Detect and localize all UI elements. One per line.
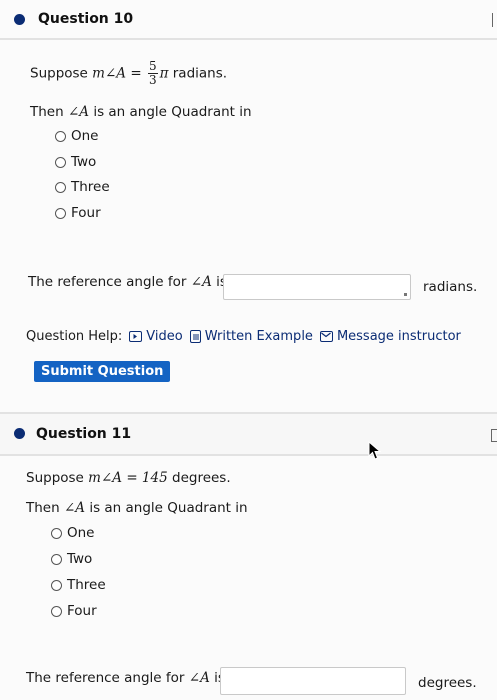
written-example-label: Written Example xyxy=(204,329,313,344)
question-status-dot xyxy=(14,14,25,25)
radio-option-one[interactable]: One xyxy=(51,525,95,541)
radio-option-four[interactable]: Four xyxy=(55,205,101,221)
resize-handle xyxy=(404,293,407,296)
prompt-text: Suppose xyxy=(30,65,88,82)
written-example-link[interactable]: Written Example xyxy=(189,329,313,344)
mail-icon xyxy=(319,331,333,342)
option-label: Three xyxy=(71,179,110,195)
question-status-dot xyxy=(14,428,25,439)
question-help-bar: Question Help: Video Written Example Mes… xyxy=(26,329,461,344)
option-label: Two xyxy=(67,551,93,567)
angle-symbol: ∠A xyxy=(63,500,86,516)
reference-angle-input[interactable] xyxy=(223,274,411,300)
radio-button[interactable] xyxy=(55,130,66,142)
reference-angle-input[interactable] xyxy=(220,667,406,695)
unit-text: radians. xyxy=(172,65,228,82)
video-link-label: Video xyxy=(146,329,183,344)
radio-button[interactable] xyxy=(51,527,62,539)
angle-symbol: ∠A xyxy=(190,274,212,290)
question-prompt: Suppose m∠A = 145 degrees. xyxy=(26,470,231,486)
video-link[interactable]: Video xyxy=(129,329,183,344)
page: Question 10 Suppose m∠A = 5 3 π radians.… xyxy=(0,0,497,700)
radio-option-two[interactable]: Two xyxy=(51,551,92,567)
radio-option-two[interactable]: Two xyxy=(55,154,96,170)
video-icon xyxy=(129,331,143,342)
unit-label: degrees. xyxy=(418,675,477,691)
angle-symbol: ∠A xyxy=(188,670,210,686)
radio-option-four[interactable]: Four xyxy=(51,603,97,619)
question-11-header: Question 11 xyxy=(0,414,497,454)
radio-option-one[interactable]: One xyxy=(55,128,99,144)
radio-button[interactable] xyxy=(55,156,66,168)
prompt-text: The reference angle for xyxy=(26,670,185,686)
question-prompt: Suppose m∠A = 5 3 π radians. xyxy=(30,60,227,87)
help-label: Question Help: xyxy=(26,329,123,344)
pi-symbol: π xyxy=(159,65,169,82)
prompt-text: is an angle Quadrant in xyxy=(89,500,248,516)
radio-option-three[interactable]: Three xyxy=(55,179,110,195)
question-title: Question 10 xyxy=(38,11,134,27)
mouse-pointer-icon xyxy=(368,441,382,460)
prompt-text: Then xyxy=(30,104,64,120)
option-label: Three xyxy=(67,577,106,593)
radio-button[interactable] xyxy=(51,605,62,617)
prompt-text: is an angle Quadrant in xyxy=(93,104,252,120)
document-icon xyxy=(189,330,201,343)
reference-angle-prompt: The reference angle for ∠A is xyxy=(28,274,227,290)
fraction-numerator: 5 xyxy=(147,59,158,74)
option-label: One xyxy=(67,525,95,541)
edge-mark xyxy=(491,429,497,442)
prompt-text: The reference angle for xyxy=(28,274,187,290)
radio-button[interactable] xyxy=(51,553,62,565)
fraction-denominator: 3 xyxy=(148,73,157,87)
math-expression: m∠A = 145 xyxy=(88,470,168,486)
math-expression: m∠A = xyxy=(92,65,142,82)
message-instructor-link[interactable]: Message instructor xyxy=(319,329,461,344)
option-label: One xyxy=(71,128,99,144)
radio-button[interactable] xyxy=(51,579,62,591)
radio-button[interactable] xyxy=(55,181,66,193)
divider xyxy=(0,454,497,456)
option-label: Four xyxy=(67,603,97,619)
unit-text: degrees. xyxy=(172,470,231,486)
fraction: 5 3 xyxy=(147,59,158,87)
divider xyxy=(0,38,497,40)
message-instructor-label: Message instructor xyxy=(336,329,461,344)
angle-symbol: ∠A xyxy=(67,104,90,120)
quadrant-prompt: Then ∠A is an angle Quadrant in xyxy=(26,500,248,516)
question-10-header: Question 10 xyxy=(0,0,497,40)
prompt-text: Then xyxy=(26,500,60,516)
radio-button[interactable] xyxy=(55,207,66,219)
submit-question-button[interactable]: Submit Question xyxy=(34,361,171,382)
edge-mark xyxy=(492,13,497,27)
question-title: Question 11 xyxy=(36,426,132,442)
option-label: Four xyxy=(71,205,101,221)
unit-label: radians. xyxy=(423,279,478,295)
prompt-text: Suppose xyxy=(26,470,84,486)
option-label: Two xyxy=(71,154,97,170)
reference-angle-prompt: The reference angle for ∠A is xyxy=(26,670,225,686)
quadrant-prompt: Then ∠A is an angle Quadrant in xyxy=(30,104,252,120)
radio-option-three[interactable]: Three xyxy=(51,577,106,593)
